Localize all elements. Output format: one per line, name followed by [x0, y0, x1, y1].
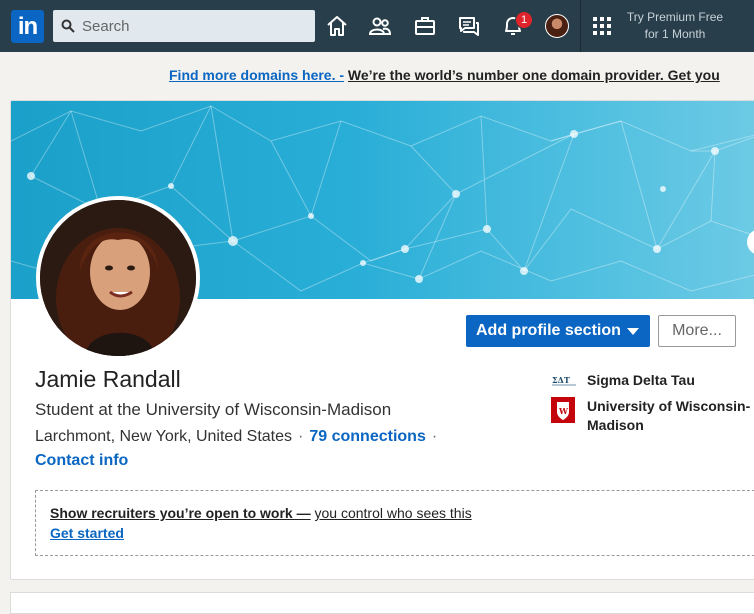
top-nav: in 1 Try Premium Free for 1 Month	[0, 0, 754, 52]
open-to-work-prompt[interactable]: Show recruiters you’re open to work — yo…	[50, 505, 472, 521]
search-input[interactable]	[82, 10, 307, 42]
profile-card: Add profile section More... Jamie Randal…	[10, 100, 754, 580]
profile-location-row: Larchmont, New York, United States · 79 co…	[35, 428, 443, 446]
caret-down-icon	[627, 328, 639, 335]
svg-text:W: W	[558, 406, 569, 416]
open-to-work-prompt-rest: you control who sees this	[314, 505, 472, 521]
messaging-icon[interactable]	[457, 14, 481, 38]
affiliation-name: Sigma Delta Tau	[587, 372, 695, 388]
linkedin-logo[interactable]: in	[11, 10, 44, 43]
search-box[interactable]	[53, 10, 315, 42]
open-to-work-prompt-bold: Show recruiters you’re open to work —	[50, 505, 311, 521]
my-network-icon[interactable]	[368, 14, 392, 38]
profile-photo[interactable]	[36, 196, 200, 360]
add-profile-section-label: Add profile section	[476, 322, 621, 339]
open-to-work-box: Show recruiters you’re open to work — yo…	[35, 490, 754, 556]
premium-line2: for 1 Month	[644, 27, 706, 41]
more-button[interactable]: More...	[658, 315, 736, 347]
me-avatar[interactable]	[545, 14, 569, 38]
profile-photo-image	[40, 200, 196, 356]
jobs-icon[interactable]	[413, 14, 437, 38]
profile-location: Larchmont, New York, United States	[35, 428, 293, 445]
notification-badge: 1	[515, 11, 533, 29]
try-premium-link[interactable]: Try Premium Free for 1 Month	[616, 9, 734, 43]
ad-banner[interactable]: Find more domains here. - We’re the worl…	[169, 67, 720, 83]
search-icon	[61, 19, 75, 33]
profile-name: Jamie Randall	[35, 366, 181, 392]
next-section-card	[10, 592, 754, 614]
nav-divider	[580, 0, 581, 52]
work-grid-icon[interactable]	[593, 17, 611, 35]
connections-link[interactable]: 79 connections	[309, 428, 425, 445]
ad-message[interactable]: We’re the world’s number one domain prov…	[348, 67, 720, 83]
ad-link[interactable]: Find more domains here. -	[169, 67, 344, 83]
affiliation-name: University of Wisconsin-Madison	[587, 398, 751, 433]
uw-madison-logo-icon: W	[551, 397, 575, 423]
sigma-delta-tau-logo-icon: ΣΔΤ	[551, 371, 577, 389]
separator-dot: ·	[431, 428, 438, 445]
contact-info-link[interactable]: Contact info	[35, 452, 128, 470]
separator-dot: ·	[298, 428, 304, 445]
premium-line1: Try Premium Free	[626, 10, 724, 24]
add-profile-section-button[interactable]: Add profile section	[466, 315, 650, 347]
home-icon[interactable]	[325, 14, 349, 38]
get-started-link[interactable]: Get started	[50, 525, 124, 541]
svg-text:ΣΔΤ: ΣΔΤ	[552, 375, 570, 385]
profile-headline: Student at the University of Wisconsin-M…	[35, 400, 392, 419]
